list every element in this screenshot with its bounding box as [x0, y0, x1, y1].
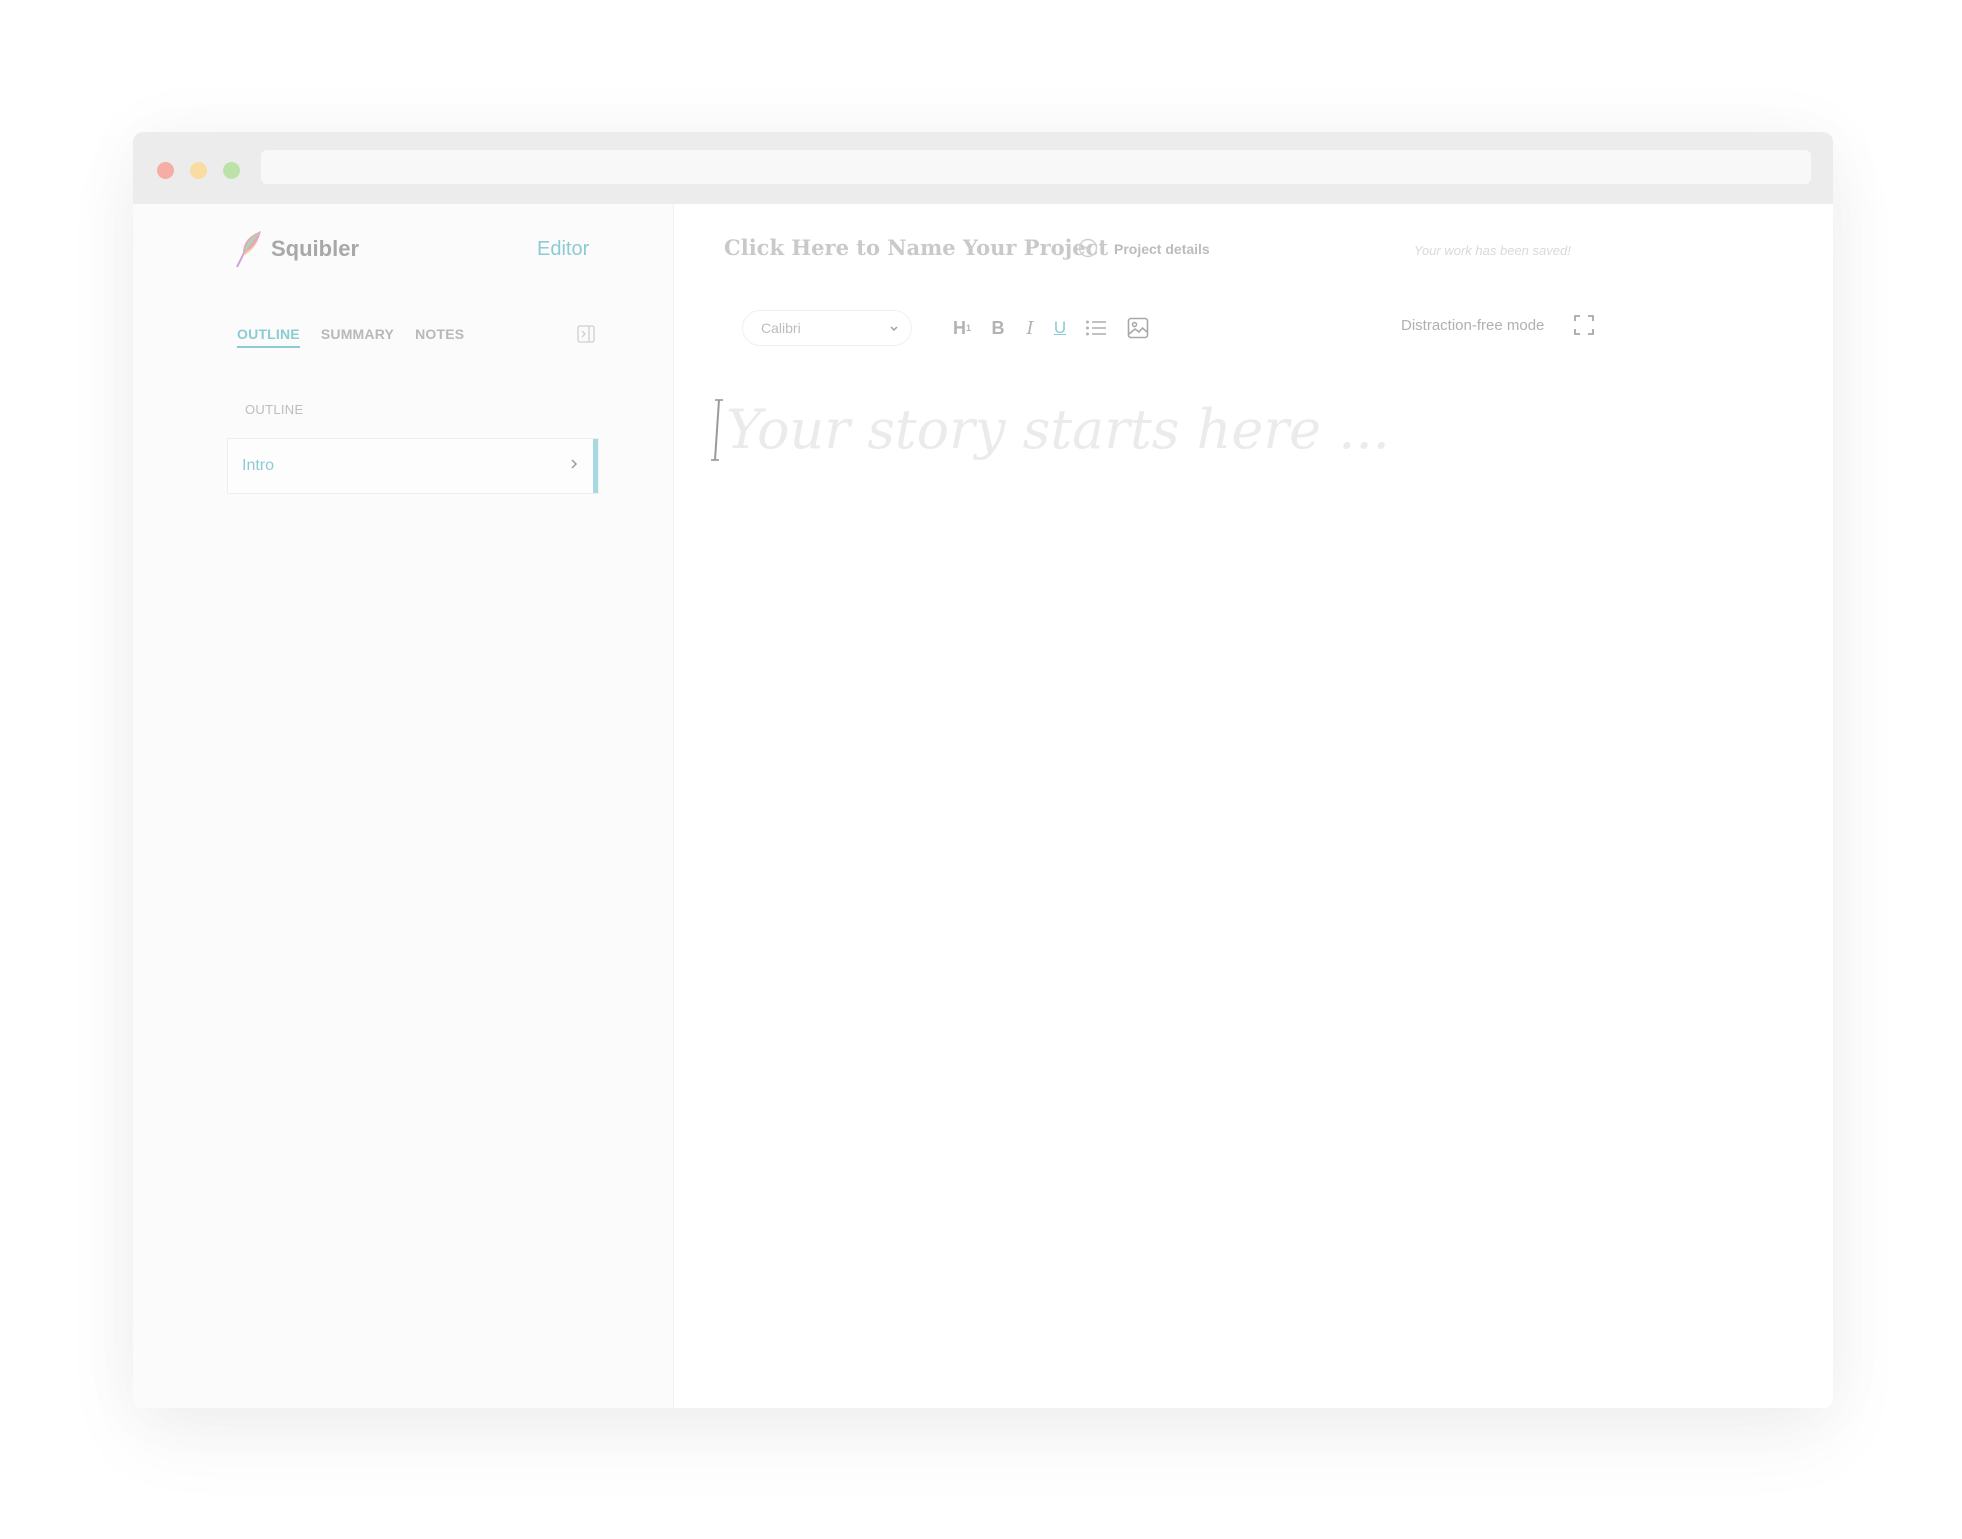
bulleted-list-button[interactable]: [1084, 314, 1108, 342]
window-titlebar: [133, 132, 1833, 204]
chevron-down-icon: [890, 326, 898, 332]
chevron-right-icon: [571, 459, 578, 469]
sidebar: Squibler Editor OUTLINE SUMMARY NOTES OU…: [133, 204, 674, 1408]
outline-item-label: Intro: [242, 457, 275, 474]
minimize-window-button[interactable]: [190, 162, 207, 179]
text-cursor-icon: [711, 399, 723, 461]
heading-sub-label: 1: [965, 323, 971, 333]
editor-link[interactable]: Editor: [537, 238, 589, 261]
font-select-value: Calibri: [761, 320, 801, 336]
panel-collapse-icon[interactable]: [577, 325, 595, 343]
project-title[interactable]: Click Here to Name Your Project: [724, 235, 1108, 260]
italic-button[interactable]: I: [1020, 314, 1040, 342]
underline-button[interactable]: U: [1049, 314, 1071, 342]
bold-button[interactable]: B: [988, 314, 1008, 342]
fullscreen-icon[interactable]: [1574, 315, 1594, 335]
selected-indicator: [593, 439, 598, 493]
app-window: Squibler Editor OUTLINE SUMMARY NOTES OU…: [133, 132, 1833, 1408]
tab-notes[interactable]: NOTES: [415, 326, 464, 348]
image-icon: [1127, 317, 1149, 339]
feather-icon: [236, 231, 261, 268]
tab-outline[interactable]: OUTLINE: [237, 326, 300, 348]
tab-summary[interactable]: SUMMARY: [321, 326, 394, 348]
maximize-window-button[interactable]: [223, 162, 240, 179]
project-details-link[interactable]: Project details: [1114, 241, 1210, 257]
sidebar-tabs: OUTLINE SUMMARY NOTES: [237, 326, 485, 348]
heading-label: H: [952, 317, 966, 338]
outline-item-intro[interactable]: Intro: [227, 438, 599, 494]
font-select[interactable]: Calibri: [742, 310, 912, 346]
bulleted-list-icon: [1086, 320, 1106, 336]
insert-image-button[interactable]: [1126, 314, 1150, 342]
outline-section-label: OUTLINE: [245, 402, 304, 417]
editor-main: Click Here to Name Your Project Project …: [674, 204, 1833, 1408]
chevron-down-circle-icon[interactable]: [1078, 238, 1098, 258]
address-bar[interactable]: [261, 150, 1811, 184]
story-editor-placeholder[interactable]: Your story starts here ...: [726, 398, 1390, 461]
close-window-button[interactable]: [157, 162, 174, 179]
heading-button[interactable]: H1: [948, 314, 976, 342]
distraction-free-label[interactable]: Distraction-free mode: [1401, 317, 1544, 334]
save-status: Your work has been saved!: [1414, 243, 1571, 258]
brand-name: Squibler: [271, 236, 360, 261]
